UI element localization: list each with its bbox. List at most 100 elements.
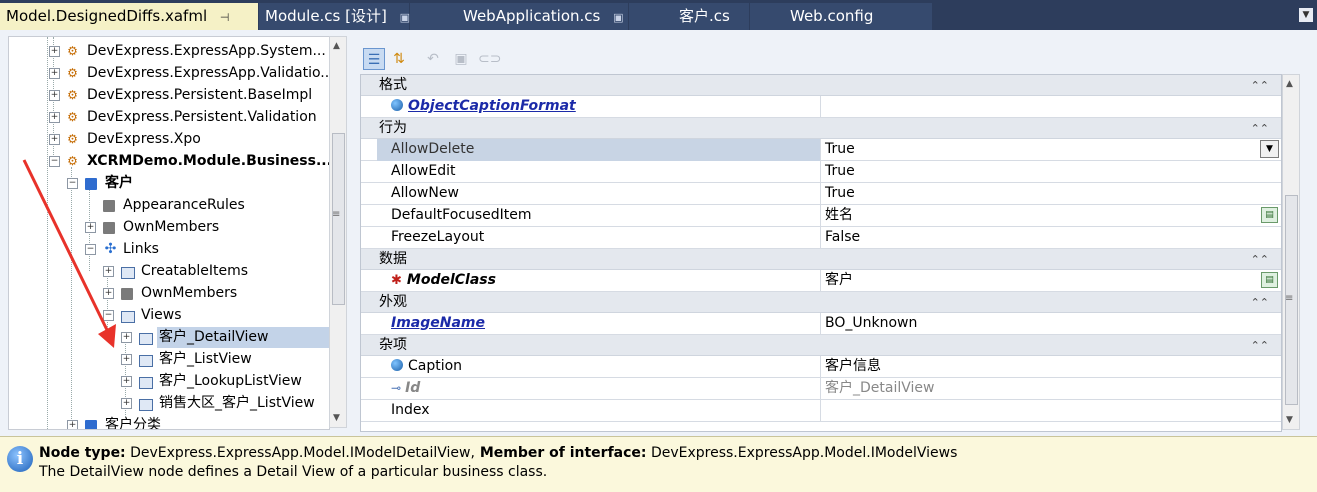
scroll-down-icon[interactable]: ▼ — [333, 413, 340, 423]
expand-icon[interactable]: + — [67, 420, 78, 429]
expand-icon[interactable]: + — [85, 222, 96, 233]
collapse-icon[interactable]: − — [49, 156, 60, 167]
creatable-items-icon — [121, 267, 135, 279]
property-toolbar: ☰ ⇅ ↶ ▣ ⊂⊃ — [360, 46, 1300, 74]
tab-overflow-dropdown-icon[interactable]: ▼ — [1299, 8, 1313, 22]
collapse-icon[interactable]: ⌃⌃ — [1251, 249, 1269, 270]
expand-icon[interactable]: + — [121, 398, 132, 409]
expand-icon[interactable]: + — [103, 288, 114, 299]
collapse-icon[interactable]: − — [103, 310, 114, 321]
cube-icon — [103, 222, 115, 234]
property-row[interactable]: AllowDelete True ▼ — [361, 139, 1281, 161]
required-icon: ✱ — [391, 273, 402, 288]
list-view-icon — [139, 399, 153, 411]
expand-icon[interactable]: + — [49, 134, 60, 145]
property-row[interactable]: ImageName BO_Unknown — [361, 313, 1281, 335]
tree-item[interactable]: − ✣ Links — [9, 239, 327, 260]
collapse-icon[interactable]: ⌃⌃ — [1251, 335, 1269, 356]
expand-icon[interactable]: + — [121, 332, 132, 343]
tree-item[interactable]: + ⚙ DevExpress.Persistent.BaseImpl — [9, 85, 327, 106]
expand-icon[interactable]: + — [121, 376, 132, 387]
property-row[interactable]: ⊸ Id 客户_DetailView — [361, 378, 1281, 400]
property-row[interactable]: DefaultFocusedItem 姓名 ▤ — [361, 205, 1281, 227]
tree-item[interactable]: − Views — [9, 305, 327, 326]
assembly-icon: ⚙ — [67, 132, 78, 146]
tab-model-designeddiffs[interactable]: Model.DesignedDiffs.xafml ⊣ — [0, 3, 258, 30]
tree-item[interactable]: + ⚙ DevExpress.Xpo — [9, 129, 327, 150]
class-icon — [85, 420, 97, 429]
tab-label: WebApplication.cs — [463, 7, 601, 25]
model-editor: + ⚙ DevExpress.ExpressApp.System... + ⚙ … — [0, 30, 1317, 492]
assembly-icon: ⚙ — [67, 66, 78, 80]
tab-label: Model.DesignedDiffs.xafml — [6, 7, 208, 25]
expand-icon[interactable]: + — [49, 112, 60, 123]
tree-item[interactable]: + 客户分类 — [9, 415, 327, 429]
tab-web-config[interactable]: Web.config — [750, 3, 932, 30]
lock-icon: ▣ — [613, 11, 624, 24]
expand-icon[interactable]: + — [103, 266, 114, 277]
sort-alphabetical-icon[interactable]: ⇅ — [388, 48, 410, 70]
tree-item[interactable]: + OwnMembers — [9, 283, 327, 304]
categorized-icon[interactable]: ☰ — [363, 48, 385, 70]
localizable-icon — [391, 99, 403, 111]
key-icon: ⊸ — [391, 381, 402, 395]
tree-item[interactable]: + 客户_LookupListView — [9, 371, 327, 392]
category-appearance[interactable]: 外观 ⌃⌃ — [361, 292, 1281, 313]
dropdown-icon[interactable]: ▼ — [1260, 140, 1279, 158]
tab-module-cs[interactable]: Module.cs [设计] ▣ — [259, 3, 410, 30]
info-icon: i — [7, 446, 33, 472]
localizable-icon — [391, 359, 403, 371]
detail-view-icon — [139, 333, 153, 345]
category-misc[interactable]: 杂项 ⌃⌃ — [361, 335, 1281, 356]
views-icon — [121, 311, 135, 323]
node-type-line: Node type: DevExpress.ExpressApp.Model.I… — [39, 445, 958, 461]
tree-item[interactable]: + 客户_ListView — [9, 349, 327, 370]
tree-item[interactable]: + 销售大区_客户_ListView — [9, 393, 327, 414]
assembly-icon: ⚙ — [67, 154, 78, 168]
property-row[interactable]: FreezeLayout False — [361, 227, 1281, 249]
category-data[interactable]: 数据 ⌃⌃ — [361, 249, 1281, 270]
collapse-icon[interactable]: − — [67, 178, 78, 189]
collapse-icon[interactable]: ⌃⌃ — [1251, 75, 1269, 96]
tree-item[interactable]: + CreatableItems — [9, 261, 327, 282]
property-grid: 格式 ⌃⌃ ObjectCaptionFormat 行为 ⌃⌃ AllowDel… — [360, 74, 1282, 432]
property-row[interactable]: ObjectCaptionFormat — [361, 96, 1281, 118]
expand-icon[interactable]: + — [49, 68, 60, 79]
lookup-editor-icon[interactable]: ▤ — [1261, 272, 1278, 288]
collapse-icon[interactable]: ⌃⌃ — [1251, 118, 1269, 139]
pin-icon[interactable]: ⊣ — [220, 11, 230, 24]
tab-webapplication-cs[interactable]: WebApplication.cs ▣ — [410, 3, 628, 30]
tree-item[interactable]: + ⚙ DevExpress.Persistent.Validation — [9, 107, 327, 128]
tree-scrollbar[interactable]: ▲ ≡ ▼ — [329, 36, 347, 428]
link-icon[interactable]: ⊂⊃ — [478, 48, 501, 70]
scroll-down-icon[interactable]: ▼ — [1286, 415, 1293, 425]
property-row[interactable]: Caption 客户信息 — [361, 356, 1281, 378]
property-grid-scrollbar[interactable]: ▲ ≡ ▼ — [1282, 74, 1300, 430]
property-row[interactable]: ✱ ModelClass 客户 ▤ — [361, 270, 1281, 292]
collapse-icon[interactable]: − — [85, 244, 96, 255]
tree-item[interactable]: + ⚙ DevExpress.ExpressApp.Validatio... — [9, 63, 329, 84]
expand-icon[interactable]: + — [49, 46, 60, 57]
lookup-editor-icon[interactable]: ▤ — [1261, 207, 1278, 223]
tree-item[interactable]: + ⚙ DevExpress.ExpressApp.System... — [9, 41, 327, 62]
cube-icon — [103, 200, 115, 212]
tab-label: Web.config — [790, 7, 874, 25]
scroll-up-icon[interactable]: ▲ — [1286, 79, 1293, 89]
tree-item[interactable]: AppearanceRules — [9, 195, 327, 216]
undo-icon[interactable]: ↶ — [422, 48, 444, 70]
tree-item[interactable]: + OwnMembers — [9, 217, 327, 238]
tree-item[interactable]: − ⚙ XCRMDemo.Module.Business... — [9, 151, 329, 172]
collapse-icon[interactable]: ⌃⌃ — [1251, 292, 1269, 313]
category-format[interactable]: 格式 ⌃⌃ — [361, 75, 1281, 96]
category-behavior[interactable]: 行为 ⌃⌃ — [361, 118, 1281, 139]
expand-icon[interactable]: + — [49, 90, 60, 101]
property-row[interactable]: AllowNew True — [361, 183, 1281, 205]
reset-icon[interactable]: ▣ — [450, 48, 472, 70]
scroll-up-icon[interactable]: ▲ — [333, 41, 340, 51]
property-row[interactable]: Index — [361, 400, 1281, 422]
tab-customer-cs[interactable]: 客户.cs — [629, 3, 749, 30]
tree-item[interactable]: − 客户 — [9, 173, 327, 194]
property-row[interactable]: AllowEdit True — [361, 161, 1281, 183]
tree-item[interactable]: + 客户_DetailView — [9, 327, 329, 348]
expand-icon[interactable]: + — [121, 354, 132, 365]
